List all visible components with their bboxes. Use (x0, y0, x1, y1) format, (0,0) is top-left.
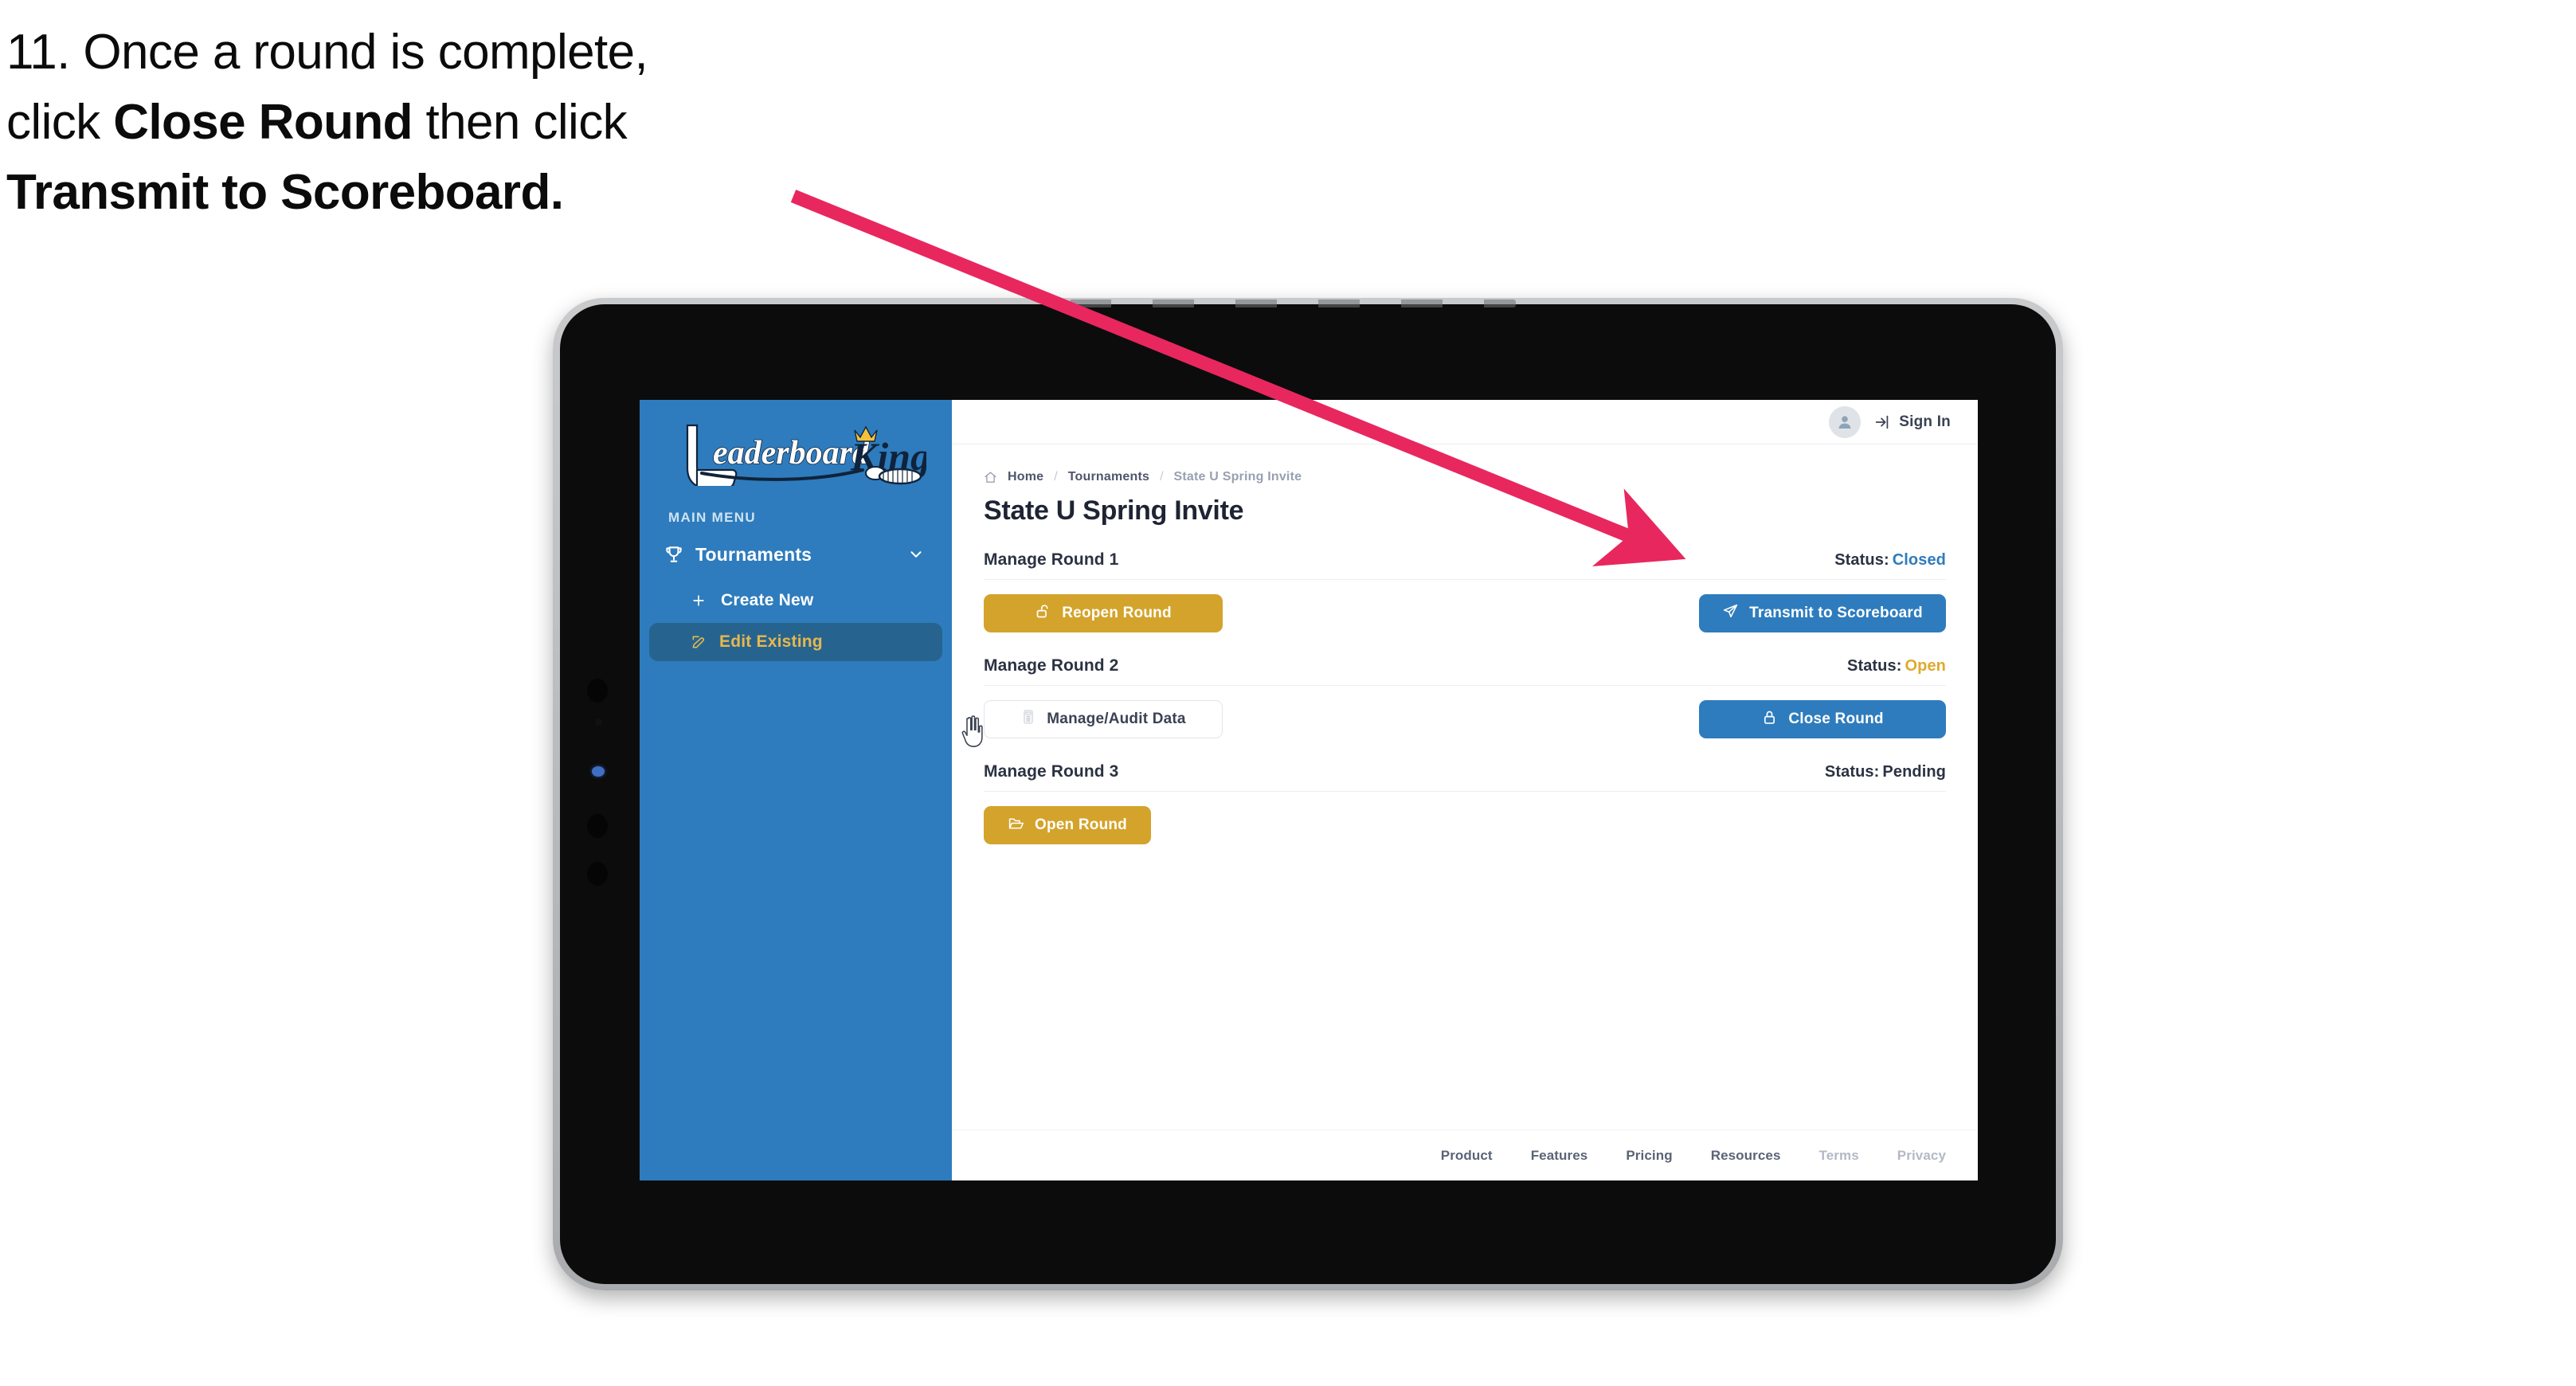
footer-link-terms[interactable]: Terms (1819, 1148, 1859, 1164)
plus-icon (691, 593, 707, 609)
manage-audit-data-button[interactable]: Manage/Audit Data (984, 700, 1223, 738)
calculator-icon (1020, 709, 1036, 730)
top-bar: Sign In (952, 400, 1978, 444)
open-round-label: Open Round (1035, 816, 1127, 833)
paper-plane-icon (1722, 603, 1739, 624)
round-actions: Manage/Audit Data Close Round (984, 700, 1946, 738)
instruction-caption: 11. Once a round is complete, click Clos… (6, 18, 851, 228)
reopen-round-label: Reopen Round (1062, 605, 1172, 621)
caption-line-2-suffix: then click (412, 95, 628, 151)
round-status: Status: Closed (1834, 551, 1946, 570)
footer: Product Features Pricing Resources Terms… (952, 1130, 1978, 1180)
round-title: Manage Round 1 (984, 550, 1119, 569)
close-round-button[interactable]: Close Round (1699, 700, 1946, 738)
unlock-icon (1035, 603, 1051, 624)
lock-icon (1761, 709, 1778, 730)
sidebar-item-edit-existing-label: Edit Existing (719, 632, 823, 651)
caption-line-2: click Close Round then click (6, 88, 851, 158)
sidebar-item-create-new-label: Create New (721, 591, 814, 609)
tablet-device: eaderboard King MAIN MENU Tournaments Cr… (553, 298, 2063, 1290)
breadcrumb: Home / Tournaments / State U Spring Invi… (984, 470, 1946, 484)
round-header: Manage Round 3 Status: Pending (984, 762, 1946, 792)
breadcrumb-item-home[interactable]: Home (1008, 470, 1043, 484)
footer-link-features[interactable]: Features (1531, 1148, 1588, 1164)
close-round-label: Close Round (1788, 711, 1884, 727)
breadcrumb-item-tournaments[interactable]: Tournaments (1068, 470, 1149, 484)
sidebar-item-tournaments[interactable]: Tournaments (649, 535, 942, 574)
tablet-sensor-dot (595, 718, 602, 726)
round-status-label: Status: (1847, 657, 1902, 675)
round-header: Manage Round 2 Status: Open (984, 656, 1946, 686)
transmit-to-scoreboard-label: Transmit to Scoreboard (1749, 605, 1923, 621)
breadcrumb-item-current: State U Spring Invite (1173, 470, 1302, 484)
caption-line-2-prefix: click (6, 95, 114, 151)
transmit-to-scoreboard-button[interactable]: Transmit to Scoreboard (1699, 594, 1946, 632)
breadcrumb-separator: / (1160, 470, 1164, 484)
trophy-icon (664, 544, 684, 565)
page-title: State U Spring Invite (984, 495, 1244, 526)
sidebar-item-tournaments-label: Tournaments (695, 543, 812, 565)
round-section: Manage Round 3 Status: Pending Open Roun… (984, 762, 1946, 844)
round-status: Status: Pending (1825, 763, 1946, 781)
caption-line-2-bold: Close Round (113, 95, 413, 151)
footer-link-pricing[interactable]: Pricing (1626, 1148, 1672, 1164)
folder-open-icon (1008, 815, 1024, 836)
pencil-edit-icon (691, 634, 707, 650)
footer-link-resources[interactable]: Resources (1711, 1148, 1781, 1164)
round-status: Status: Open (1847, 657, 1946, 675)
reopen-round-button[interactable]: Reopen Round (984, 594, 1223, 632)
round-status-value: Open (1905, 657, 1946, 675)
manage-audit-data-label: Manage/Audit Data (1047, 711, 1186, 727)
round-header: Manage Round 1 Status: Closed (984, 550, 1946, 580)
tablet-sensor-dot (587, 814, 608, 838)
chevron-down-icon[interactable] (907, 546, 925, 563)
footer-link-product[interactable]: Product (1441, 1148, 1493, 1164)
app-screen: eaderboard King MAIN MENU Tournaments Cr… (640, 400, 1978, 1180)
breadcrumb-separator: / (1054, 470, 1058, 484)
round-title: Manage Round 2 (984, 656, 1119, 675)
caption-line-3-bold: Transmit to Scoreboard. (6, 165, 564, 221)
tablet-sensor-dot (587, 679, 608, 703)
footer-link-privacy[interactable]: Privacy (1897, 1148, 1946, 1164)
home-icon[interactable] (984, 471, 997, 484)
round-actions: Open Round (984, 806, 1946, 844)
caption-line-1-text: 11. Once a round is complete, (6, 25, 648, 80)
round-status-value: Pending (1882, 763, 1946, 781)
sidebar: eaderboard King MAIN MENU Tournaments Cr… (640, 400, 983, 1180)
sidebar-section-label: MAIN MENU (668, 510, 756, 525)
round-actions: Reopen Round Transmit to Scoreboard (984, 594, 1946, 632)
round-status-label: Status: (1834, 551, 1889, 569)
tablet-bezel: eaderboard King MAIN MENU Tournaments Cr… (560, 300, 2056, 1284)
sign-in-button[interactable]: Sign In (1873, 413, 1951, 431)
svg-text:eaderboard: eaderboard (713, 435, 870, 472)
caption-line-3: Transmit to Scoreboard. (6, 158, 851, 228)
sign-in-label: Sign In (1899, 413, 1951, 430)
page-content: Home / Tournaments / State U Spring Invi… (952, 444, 1978, 1130)
round-section: Manage Round 2 Status: Open Manage/Audit… (984, 656, 1946, 738)
tablet-sensor-dot (587, 862, 608, 886)
sign-in-arrow-icon (1873, 413, 1891, 431)
mouse-cursor-pointer (959, 715, 986, 749)
sidebar-item-edit-existing[interactable]: Edit Existing (649, 623, 942, 661)
caption-line-1: 11. Once a round is complete, (6, 18, 851, 88)
round-status-value: Closed (1892, 551, 1946, 569)
round-status-label: Status: (1824, 763, 1880, 781)
open-round-button[interactable]: Open Round (984, 806, 1151, 844)
round-section: Manage Round 1 Status: Closed Reopen Rou… (984, 550, 1946, 632)
avatar[interactable] (1829, 405, 1862, 438)
sidebar-item-create-new[interactable]: Create New (649, 581, 942, 620)
tablet-speaker-grill (1070, 300, 1516, 307)
tablet-led-indicator (592, 766, 605, 777)
leaderboardking-logo: eaderboard King (667, 421, 930, 490)
main-content-area: Sign In Home / Tournaments / State U Spr… (952, 400, 1978, 1180)
round-title: Manage Round 3 (984, 762, 1119, 781)
